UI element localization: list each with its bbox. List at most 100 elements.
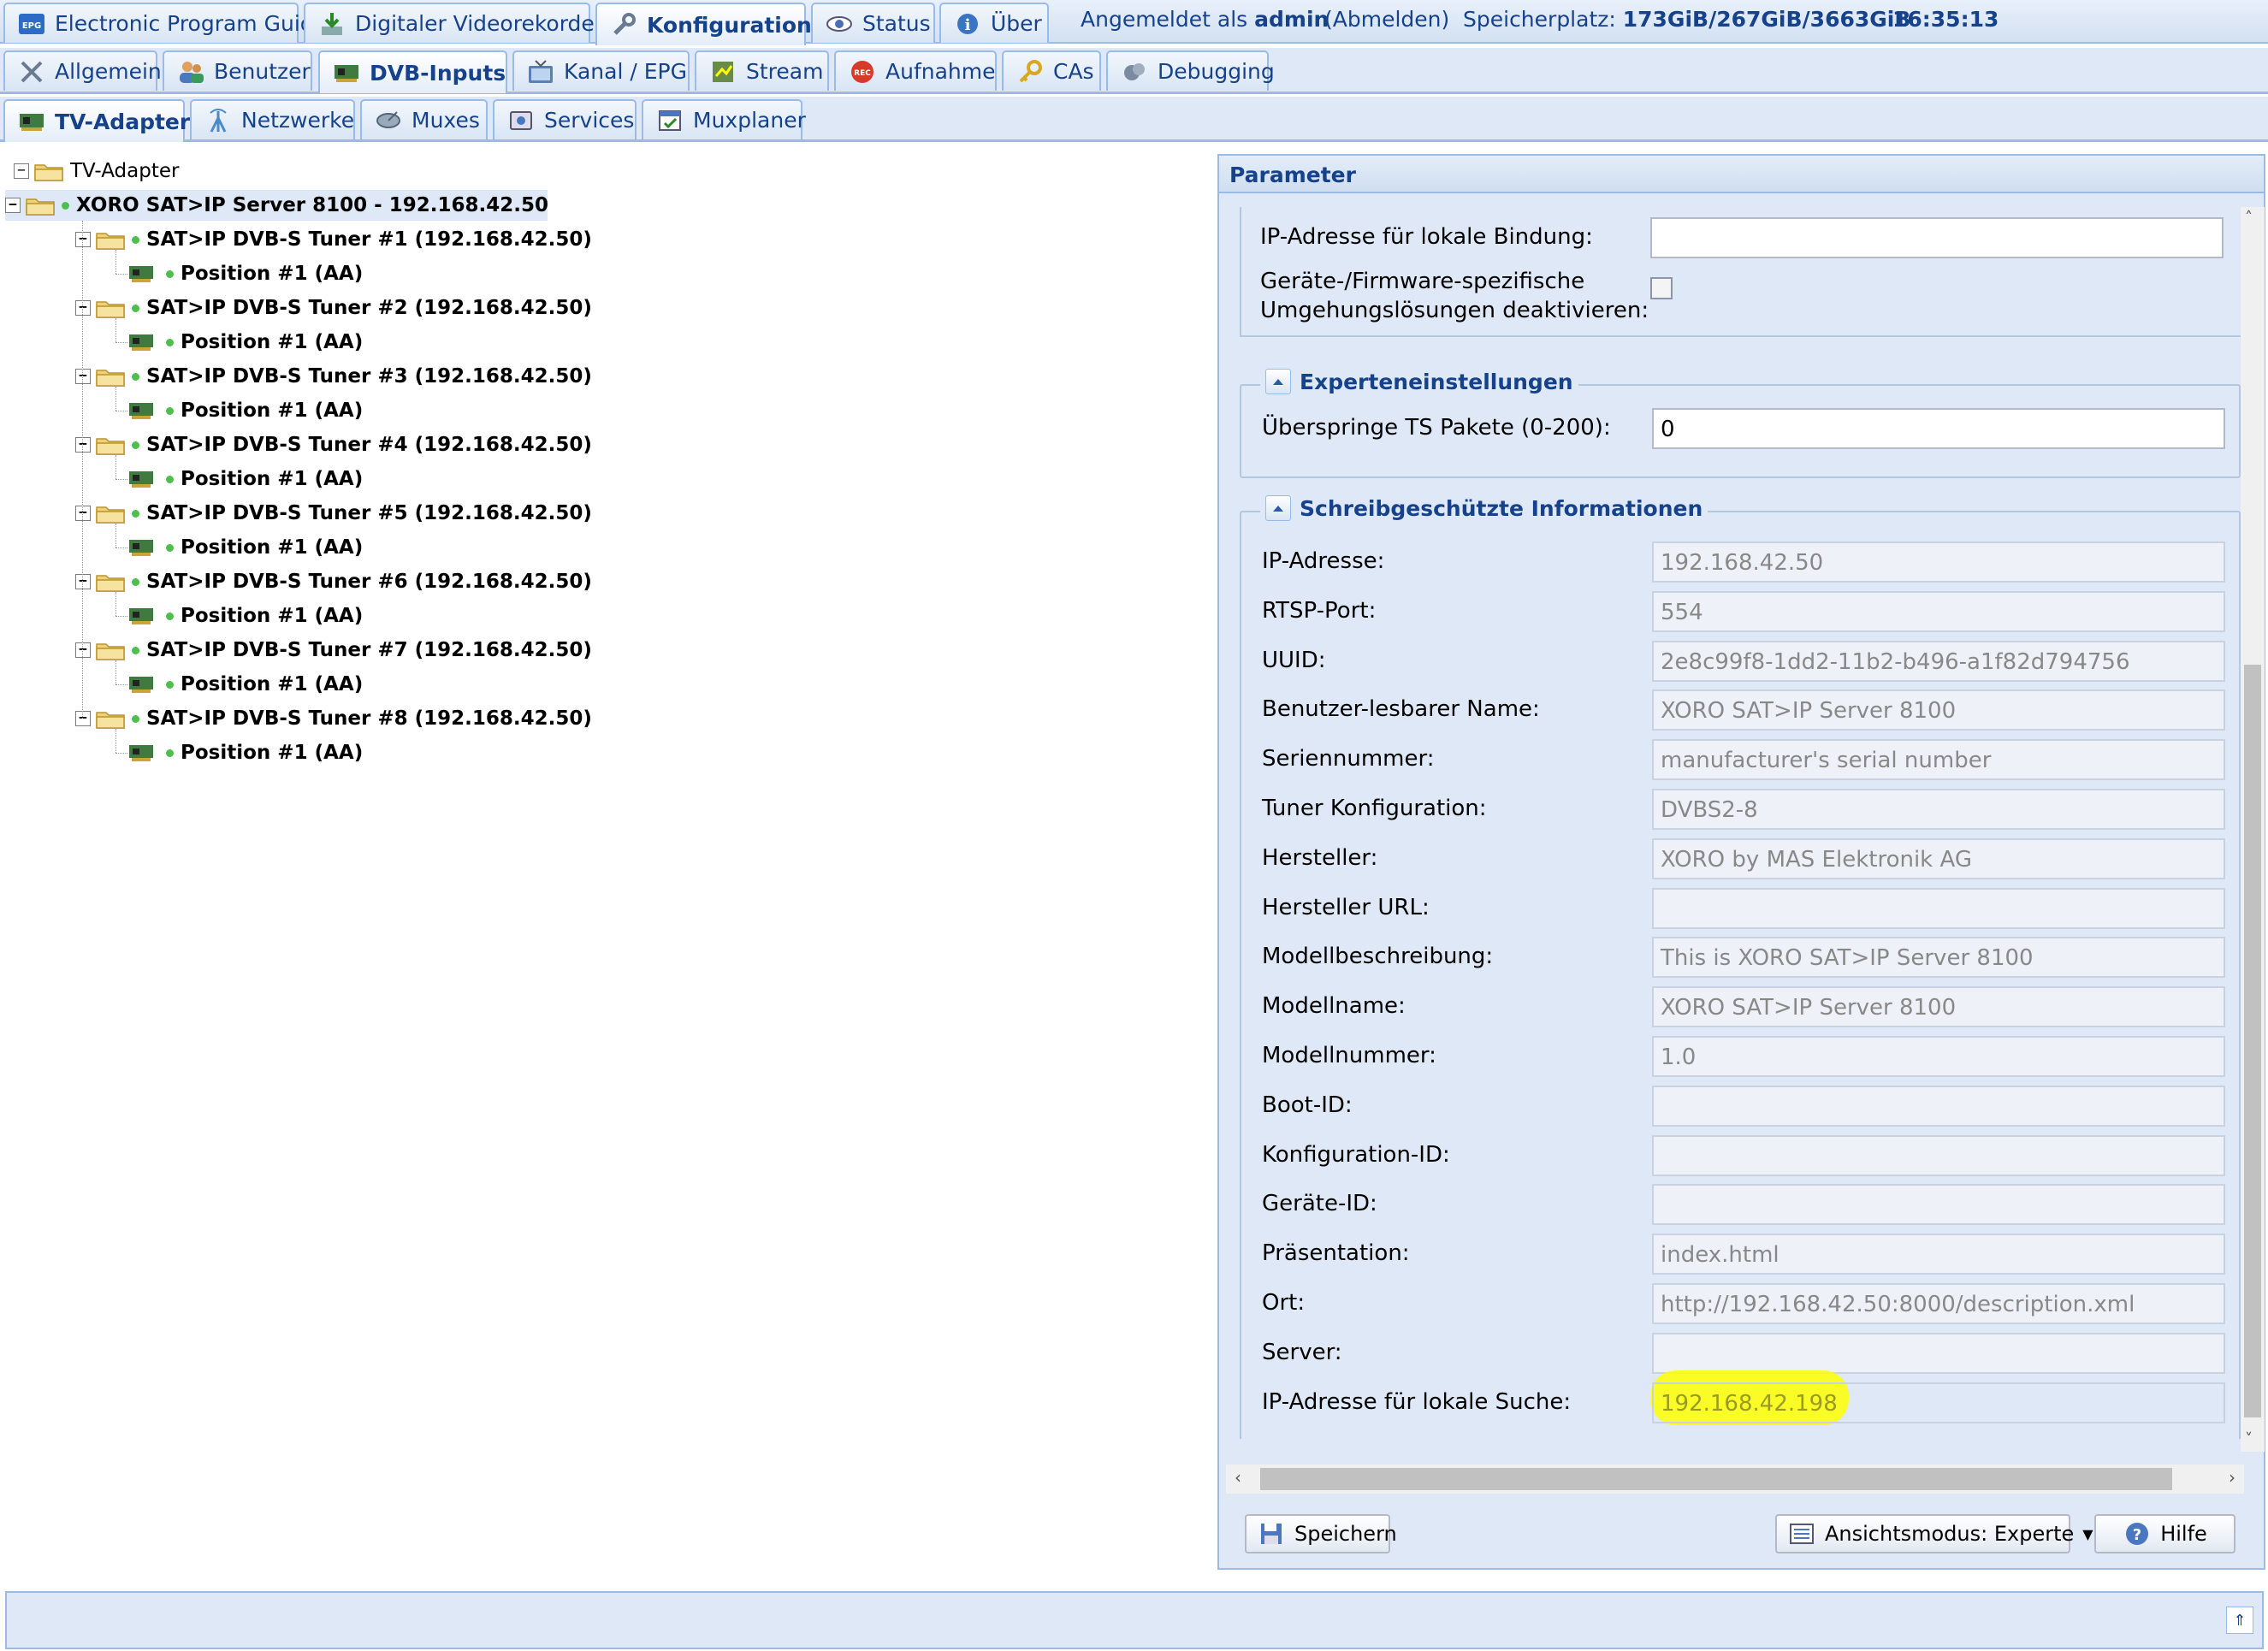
readonly-value: 1.0 bbox=[1652, 1036, 2225, 1077]
tab-label: Netzwerke bbox=[241, 108, 355, 133]
tree-position[interactable]: Position #1 (AA) bbox=[128, 464, 363, 494]
main-tab-bar: EPG Electronic Program Guide Digitaler V… bbox=[0, 0, 2268, 45]
tab-status[interactable]: Status bbox=[811, 3, 935, 43]
rec-icon: REC bbox=[848, 59, 877, 85]
tab-aufnahme[interactable]: REC Aufnahme bbox=[834, 50, 997, 91]
status-dot-icon bbox=[132, 509, 139, 518]
vertical-scrollbar[interactable]: ˄ ˅ bbox=[2241, 207, 2265, 1452]
status-dot-icon bbox=[166, 612, 174, 620]
status-dot-icon bbox=[166, 406, 174, 415]
skip-ts-input[interactable]: 0 bbox=[1652, 408, 2225, 449]
collapse-up-icon[interactable] bbox=[1265, 369, 1291, 394]
collapse-toggle-icon[interactable]: − bbox=[75, 232, 91, 247]
antenna-icon bbox=[204, 108, 233, 133]
tree-label: Position #1 (AA) bbox=[181, 742, 364, 764]
collapse-toggle-icon[interactable]: − bbox=[14, 163, 29, 179]
tab-ueber[interactable]: i Über bbox=[939, 3, 1049, 43]
tree-label: Position #1 (AA) bbox=[181, 331, 364, 353]
tab-muxes[interactable]: Muxes bbox=[360, 99, 488, 139]
scroll-up-icon[interactable]: ˄ bbox=[2245, 209, 2253, 227]
tab-label: Electronic Program Guide bbox=[55, 11, 328, 36]
collapse-toggle-icon[interactable]: − bbox=[75, 574, 91, 589]
tab-dvr[interactable]: Digitaler Videorekorder bbox=[304, 3, 603, 43]
expand-up-icon[interactable]: ⇑ bbox=[2226, 1607, 2253, 1634]
tree-position[interactable]: Position #1 (AA) bbox=[128, 669, 363, 700]
field-label: Server: bbox=[1262, 1339, 1342, 1365]
tree-position[interactable]: Position #1 (AA) bbox=[128, 258, 363, 289]
collapse-toggle-icon[interactable]: − bbox=[75, 300, 91, 316]
scroll-left-icon[interactable]: ‹ bbox=[1235, 1467, 1241, 1488]
tab-tv-adapter[interactable]: TV-Adapter bbox=[3, 99, 190, 142]
tree-root[interactable]: − TV-Adapter bbox=[14, 156, 179, 186]
collapse-toggle-icon[interactable]: − bbox=[5, 198, 21, 213]
tab-debugging[interactable]: Debugging bbox=[1106, 50, 1275, 91]
tab-benutzer[interactable]: Benutzer bbox=[163, 50, 312, 91]
tree-tuner[interactable]: − SAT>IP DVB-S Tuner #6 (192.168.42.50) bbox=[75, 566, 592, 597]
collapse-toggle-icon[interactable]: − bbox=[75, 642, 91, 658]
tab-dvb-inputs[interactable]: DVB-Inputs bbox=[318, 50, 507, 93]
help-button[interactable]: ? Hilfe bbox=[2094, 1514, 2235, 1553]
bind-ip-input[interactable] bbox=[1650, 217, 2224, 258]
tree-position[interactable]: Position #1 (AA) bbox=[128, 532, 363, 563]
users-icon bbox=[176, 59, 205, 85]
collapse-toggle-icon[interactable]: − bbox=[75, 506, 91, 521]
horizontal-scrollbar[interactable]: ‹ › bbox=[1226, 1465, 2244, 1494]
field-label: IP-Adresse: bbox=[1262, 548, 1385, 574]
tab-stream[interactable]: Stream bbox=[695, 50, 829, 91]
tree-tuner[interactable]: − SAT>IP DVB-S Tuner #2 (192.168.42.50) bbox=[75, 293, 592, 323]
tree-position[interactable]: Position #1 (AA) bbox=[128, 737, 363, 768]
tree-tuner[interactable]: − SAT>IP DVB-S Tuner #7 (192.168.42.50) bbox=[75, 635, 592, 666]
readonly-value bbox=[1652, 1184, 2225, 1226]
logout-link[interactable]: (Abmelden) bbox=[1324, 7, 1449, 32]
expert-legend[interactable]: Experteneinstellungen bbox=[1260, 369, 1578, 394]
adapter-tree: − TV-Adapter − XORO SAT>IP Server 8100 - 19… bbox=[0, 145, 1206, 1583]
status-dot-icon bbox=[132, 441, 139, 449]
readonly-legend[interactable]: Schreibgeschützte Informationen bbox=[1260, 495, 1708, 521]
form-row: Hersteller: XORO by MAS Elektronik AG bbox=[1241, 835, 2241, 881]
scroll-down-icon[interactable]: ˅ bbox=[2245, 1430, 2253, 1448]
tree-label: TV-Adapter bbox=[70, 160, 180, 182]
card-icon bbox=[128, 470, 156, 488]
tree-tuner[interactable]: − SAT>IP DVB-S Tuner #5 (192.168.42.50) bbox=[75, 498, 592, 529]
status-dot-icon bbox=[132, 372, 139, 381]
tree-label: Position #1 (AA) bbox=[181, 468, 364, 490]
tab-netzwerke[interactable]: Netzwerke bbox=[190, 99, 355, 139]
tree-position[interactable]: Position #1 (AA) bbox=[128, 327, 363, 358]
field-label: Hersteller URL: bbox=[1262, 894, 1430, 920]
collapse-toggle-icon[interactable]: − bbox=[75, 369, 91, 384]
scroll-thumb[interactable] bbox=[2244, 665, 2261, 1417]
tab-cas[interactable]: CAs bbox=[1002, 50, 1101, 91]
scroll-thumb[interactable] bbox=[1260, 1468, 2172, 1490]
collapse-toggle-icon[interactable]: − bbox=[75, 437, 91, 453]
save-button[interactable]: Speichern bbox=[1245, 1514, 1397, 1553]
tab-kanal-epg[interactable]: Kanal / EPG bbox=[512, 50, 690, 91]
tree-connector bbox=[115, 387, 116, 411]
status-dot-icon bbox=[132, 304, 139, 312]
tree-position[interactable]: Position #1 (AA) bbox=[128, 601, 363, 631]
tree-position[interactable]: Position #1 (AA) bbox=[128, 395, 363, 426]
tab-muxplaner[interactable]: Muxplaner bbox=[642, 99, 806, 139]
card-icon bbox=[128, 743, 156, 762]
disable-workarounds-checkbox[interactable] bbox=[1650, 277, 1673, 299]
tree-tuner[interactable]: − SAT>IP DVB-S Tuner #3 (192.168.42.50) bbox=[75, 361, 592, 392]
tree-tuner[interactable]: − SAT>IP DVB-S Tuner #4 (192.168.42.50) bbox=[75, 429, 592, 460]
tree-server[interactable]: − XORO SAT>IP Server 8100 - 192.168.42.50 bbox=[5, 190, 548, 221]
tab-konfiguration[interactable]: Konfiguration bbox=[595, 3, 812, 45]
scroll-right-icon[interactable]: › bbox=[2229, 1467, 2235, 1488]
tree-connector bbox=[115, 547, 127, 548]
form-row: IP-Adresse für lokale Suche: 192.168.42.1… bbox=[1241, 1370, 2241, 1425]
view-mode-button[interactable]: Ansichtsmodus: Experte ▼ bbox=[1775, 1514, 2093, 1553]
folder-icon bbox=[96, 298, 125, 318]
form-row: Konfiguration-ID: bbox=[1241, 1132, 2241, 1178]
card-icon bbox=[332, 60, 361, 86]
card-icon bbox=[128, 333, 156, 352]
tree-label: Position #1 (AA) bbox=[181, 263, 364, 285]
collapse-up-icon[interactable] bbox=[1265, 495, 1291, 521]
collapse-toggle-icon[interactable]: − bbox=[75, 711, 91, 726]
help-icon: ? bbox=[2123, 1521, 2152, 1547]
tab-services[interactable]: Services bbox=[493, 99, 637, 139]
tab-allgemein[interactable]: Allgemein bbox=[3, 50, 162, 91]
tree-tuner[interactable]: − SAT>IP DVB-S Tuner #1 (192.168.42.50) bbox=[75, 224, 592, 255]
tree-tuner[interactable]: − SAT>IP DVB-S Tuner #8 (192.168.42.50) bbox=[75, 703, 592, 734]
tab-epg[interactable]: EPG Electronic Program Guide bbox=[3, 3, 327, 43]
